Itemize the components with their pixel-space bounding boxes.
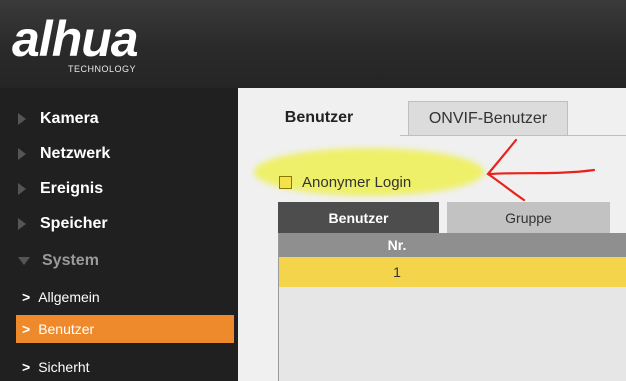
user-table: Nr. 1	[278, 233, 626, 381]
sidebar-item-ereignis[interactable]: Ereignis	[18, 176, 103, 202]
subtab-gruppe[interactable]: Gruppe	[447, 202, 610, 233]
sidebar-nav: Kamera Netzwerk Ereignis Speicher System…	[0, 88, 239, 381]
chevron-right-icon	[18, 218, 26, 230]
chevron-right-icon	[18, 113, 26, 125]
chevron-right-icon: >	[22, 289, 31, 305]
sidebar-item-label: Speicher	[40, 215, 108, 232]
table-cell-nr: 1	[393, 264, 401, 280]
app-header: alhua TECHNOLOGY	[0, 0, 626, 89]
anonymous-login-label: Anonymer Login	[302, 173, 412, 191]
sidebar-item-kamera[interactable]: Kamera	[18, 106, 99, 132]
table-header: Nr.	[279, 233, 626, 257]
sidebar-subitem-label: Sicherht	[38, 359, 90, 375]
tab-benutzer[interactable]: Benutzer	[238, 101, 400, 135]
sidebar-item-speicher[interactable]: Speicher	[18, 211, 108, 237]
subtab-benutzer[interactable]: Benutzer	[278, 202, 439, 233]
anonymous-login-checkbox[interactable]	[279, 175, 292, 189]
sidebar-subitem-allgemein[interactable]: > Allgemein	[0, 283, 235, 311]
sidebar-item-netzwerk[interactable]: Netzwerk	[18, 141, 110, 167]
brand-logo: alhua TECHNOLOGY	[12, 10, 212, 85]
arrow-head	[486, 138, 526, 202]
logo-subtitle: TECHNOLOGY	[68, 64, 137, 74]
sidebar-item-label: Kamera	[40, 110, 99, 127]
sidebar-item-label: System	[42, 252, 99, 269]
sidebar-subitem-benutzer[interactable]: > Benutzer	[16, 315, 234, 343]
sidebar-item-system[interactable]: System	[18, 248, 99, 274]
chevron-right-icon	[18, 148, 26, 160]
sidebar-subitem-label: Allgemein	[38, 289, 100, 305]
anonymous-login-row[interactable]: Anonymer Login	[279, 172, 411, 192]
logo-text: alhua	[12, 11, 139, 67]
table-row[interactable]: 1	[279, 257, 626, 287]
chevron-down-icon	[18, 257, 30, 265]
sidebar-item-label: Netzwerk	[40, 145, 111, 162]
column-header-nr: Nr.	[387, 237, 407, 253]
main-panel: Benutzer ONVIF-Benutzer Anonymer Login B…	[238, 88, 626, 381]
tab-onvif-benutzer[interactable]: ONVIF-Benutzer	[408, 101, 568, 135]
chevron-right-icon	[18, 183, 26, 195]
chevron-right-icon: >	[22, 321, 31, 337]
chevron-right-icon: >	[22, 359, 31, 375]
sidebar-subitem-label: Benutzer	[38, 321, 95, 337]
red-arrow-annotation	[486, 138, 596, 202]
arrow-shaft	[488, 168, 596, 176]
sidebar-item-label: Ereignis	[40, 180, 104, 197]
sidebar-subitem-sicherheit[interactable]: > Sicherht	[0, 353, 235, 381]
